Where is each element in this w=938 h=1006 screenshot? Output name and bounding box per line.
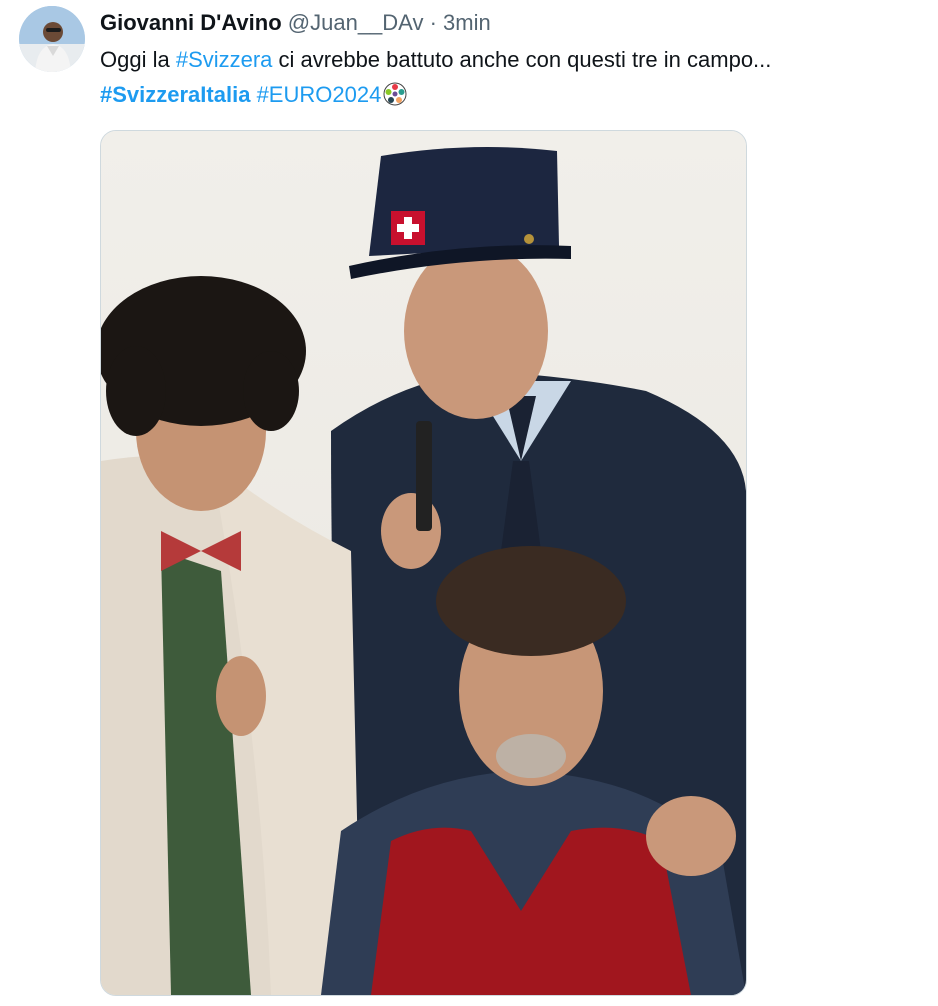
hashtag-svizzera[interactable]: #Svizzera [176,47,273,72]
euro2024-ball-icon [383,82,407,113]
separator-dot: · [429,10,437,35]
tweet-text-part1: Oggi la [100,47,176,72]
tweet-text-line-1: Oggi la #Svizzera ci avrebbe battuto anc… [100,46,771,74]
avatar-photo-icon [19,6,85,72]
photo-three-men-swiss-guard [101,131,746,995]
tweet-card[interactable]: Giovanni D'Avino @Juan__DAv · 3min Oggi … [0,0,938,1006]
tweet-media-image[interactable] [100,130,747,996]
tweet-text-line-2: #SvizzeraItalia #EURO2024 [100,81,407,113]
tweet-timestamp[interactable]: 3min [443,10,491,35]
author-avatar[interactable] [19,6,85,72]
hashtag-euro2024[interactable]: #EURO2024 [257,82,382,107]
hashtag-svizzeraitalia[interactable]: #SvizzeraItalia [100,82,250,107]
author-handle[interactable]: @Juan__DAv [288,10,424,35]
author-name[interactable]: Giovanni D'Avino [100,10,282,35]
tweet-text-part2: ci avrebbe battuto anche con questi tre … [272,47,772,72]
tweet-header: Giovanni D'Avino @Juan__DAv · 3min [100,9,491,37]
